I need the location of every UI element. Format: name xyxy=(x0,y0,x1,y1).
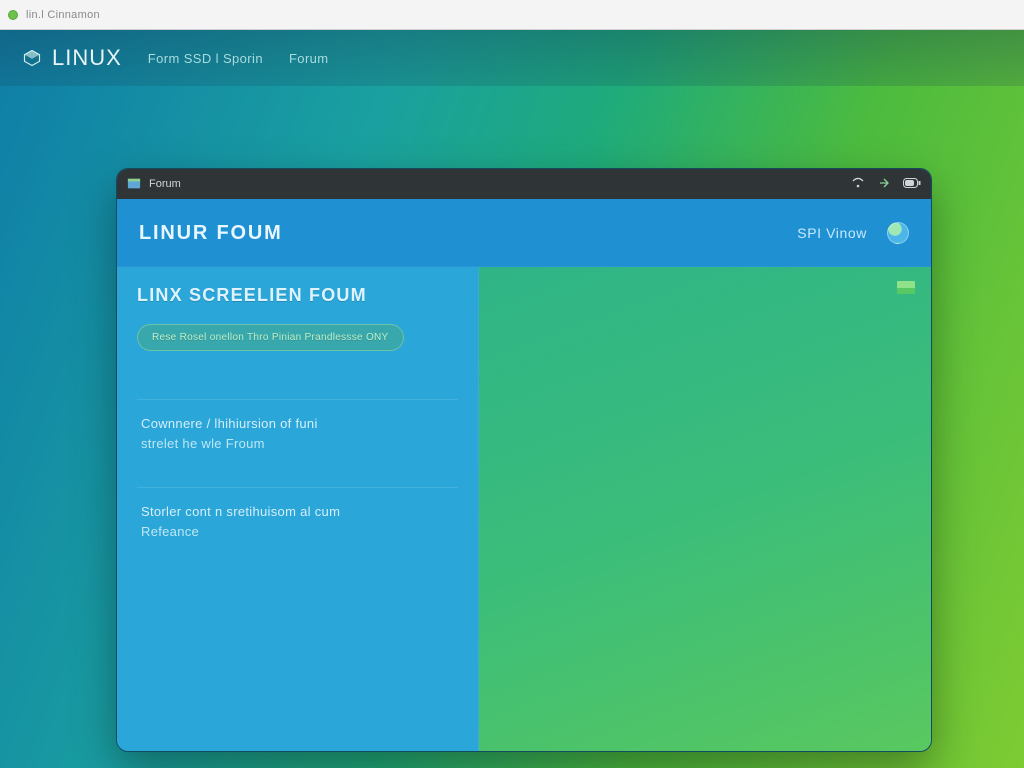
left-pane: LINX SCREELIEN FOUM Rese Rosel onellon T… xyxy=(117,267,479,751)
list-item-line-1: Storler cont n sretihuisom al cum xyxy=(141,502,454,522)
right-pane xyxy=(479,267,931,751)
app-title: LINUR FOUM xyxy=(139,222,283,245)
window-title-text: Forum xyxy=(149,178,181,190)
list-item-line-1: Cownnere / lhihiursion of funi xyxy=(141,414,454,434)
desktop-header: Linux Form SSD l Sporin Forum xyxy=(0,30,1024,86)
traffic-light-icon[interactable] xyxy=(8,10,18,20)
list-item[interactable]: Storler cont n sretihuisom al cum Refean… xyxy=(137,487,458,557)
list-item[interactable]: Cownnere / lhihiursion of funi strelet h… xyxy=(137,399,458,469)
battery-tray-icon[interactable] xyxy=(903,177,921,191)
browser-top-bar: lin.l Cinnamon xyxy=(0,0,1024,30)
breadcrumb-item-2[interactable]: Forum xyxy=(289,51,329,66)
browser-tab-title[interactable]: lin.l Cinnamon xyxy=(26,9,100,21)
brand-text: Linux xyxy=(52,45,122,71)
flag-icon[interactable] xyxy=(897,281,915,294)
app-body: LINX SCREELIEN FOUM Rese Rosel onellon T… xyxy=(117,267,931,751)
network-tray-icon[interactable] xyxy=(877,177,891,192)
breadcrumb-item-1[interactable]: Form SSD l Sporin xyxy=(148,51,263,66)
app-window: Forum LINUR FOUM SPI Vinow LINX SCREELIE… xyxy=(116,168,932,752)
notice-pill[interactable]: Rese Rosel onellon Thro Pinian Prandless… xyxy=(137,324,404,351)
window-controls xyxy=(851,177,921,192)
linux-logo-icon xyxy=(22,48,42,68)
section-title: LINX SCREELIEN FOUM xyxy=(137,285,458,306)
app-header-bar: LINUR FOUM SPI Vinow xyxy=(117,199,931,267)
list-item-line-2: strelet he wle Froum xyxy=(141,434,454,454)
brand-block[interactable]: Linux xyxy=(22,45,122,71)
wifi-tray-icon[interactable] xyxy=(851,177,865,192)
list-item-line-2: Refeance xyxy=(141,522,454,542)
avatar[interactable] xyxy=(887,222,909,244)
window-app-icon xyxy=(127,177,141,191)
window-titlebar[interactable]: Forum xyxy=(117,169,931,199)
header-right-label[interactable]: SPI Vinow xyxy=(791,222,873,244)
